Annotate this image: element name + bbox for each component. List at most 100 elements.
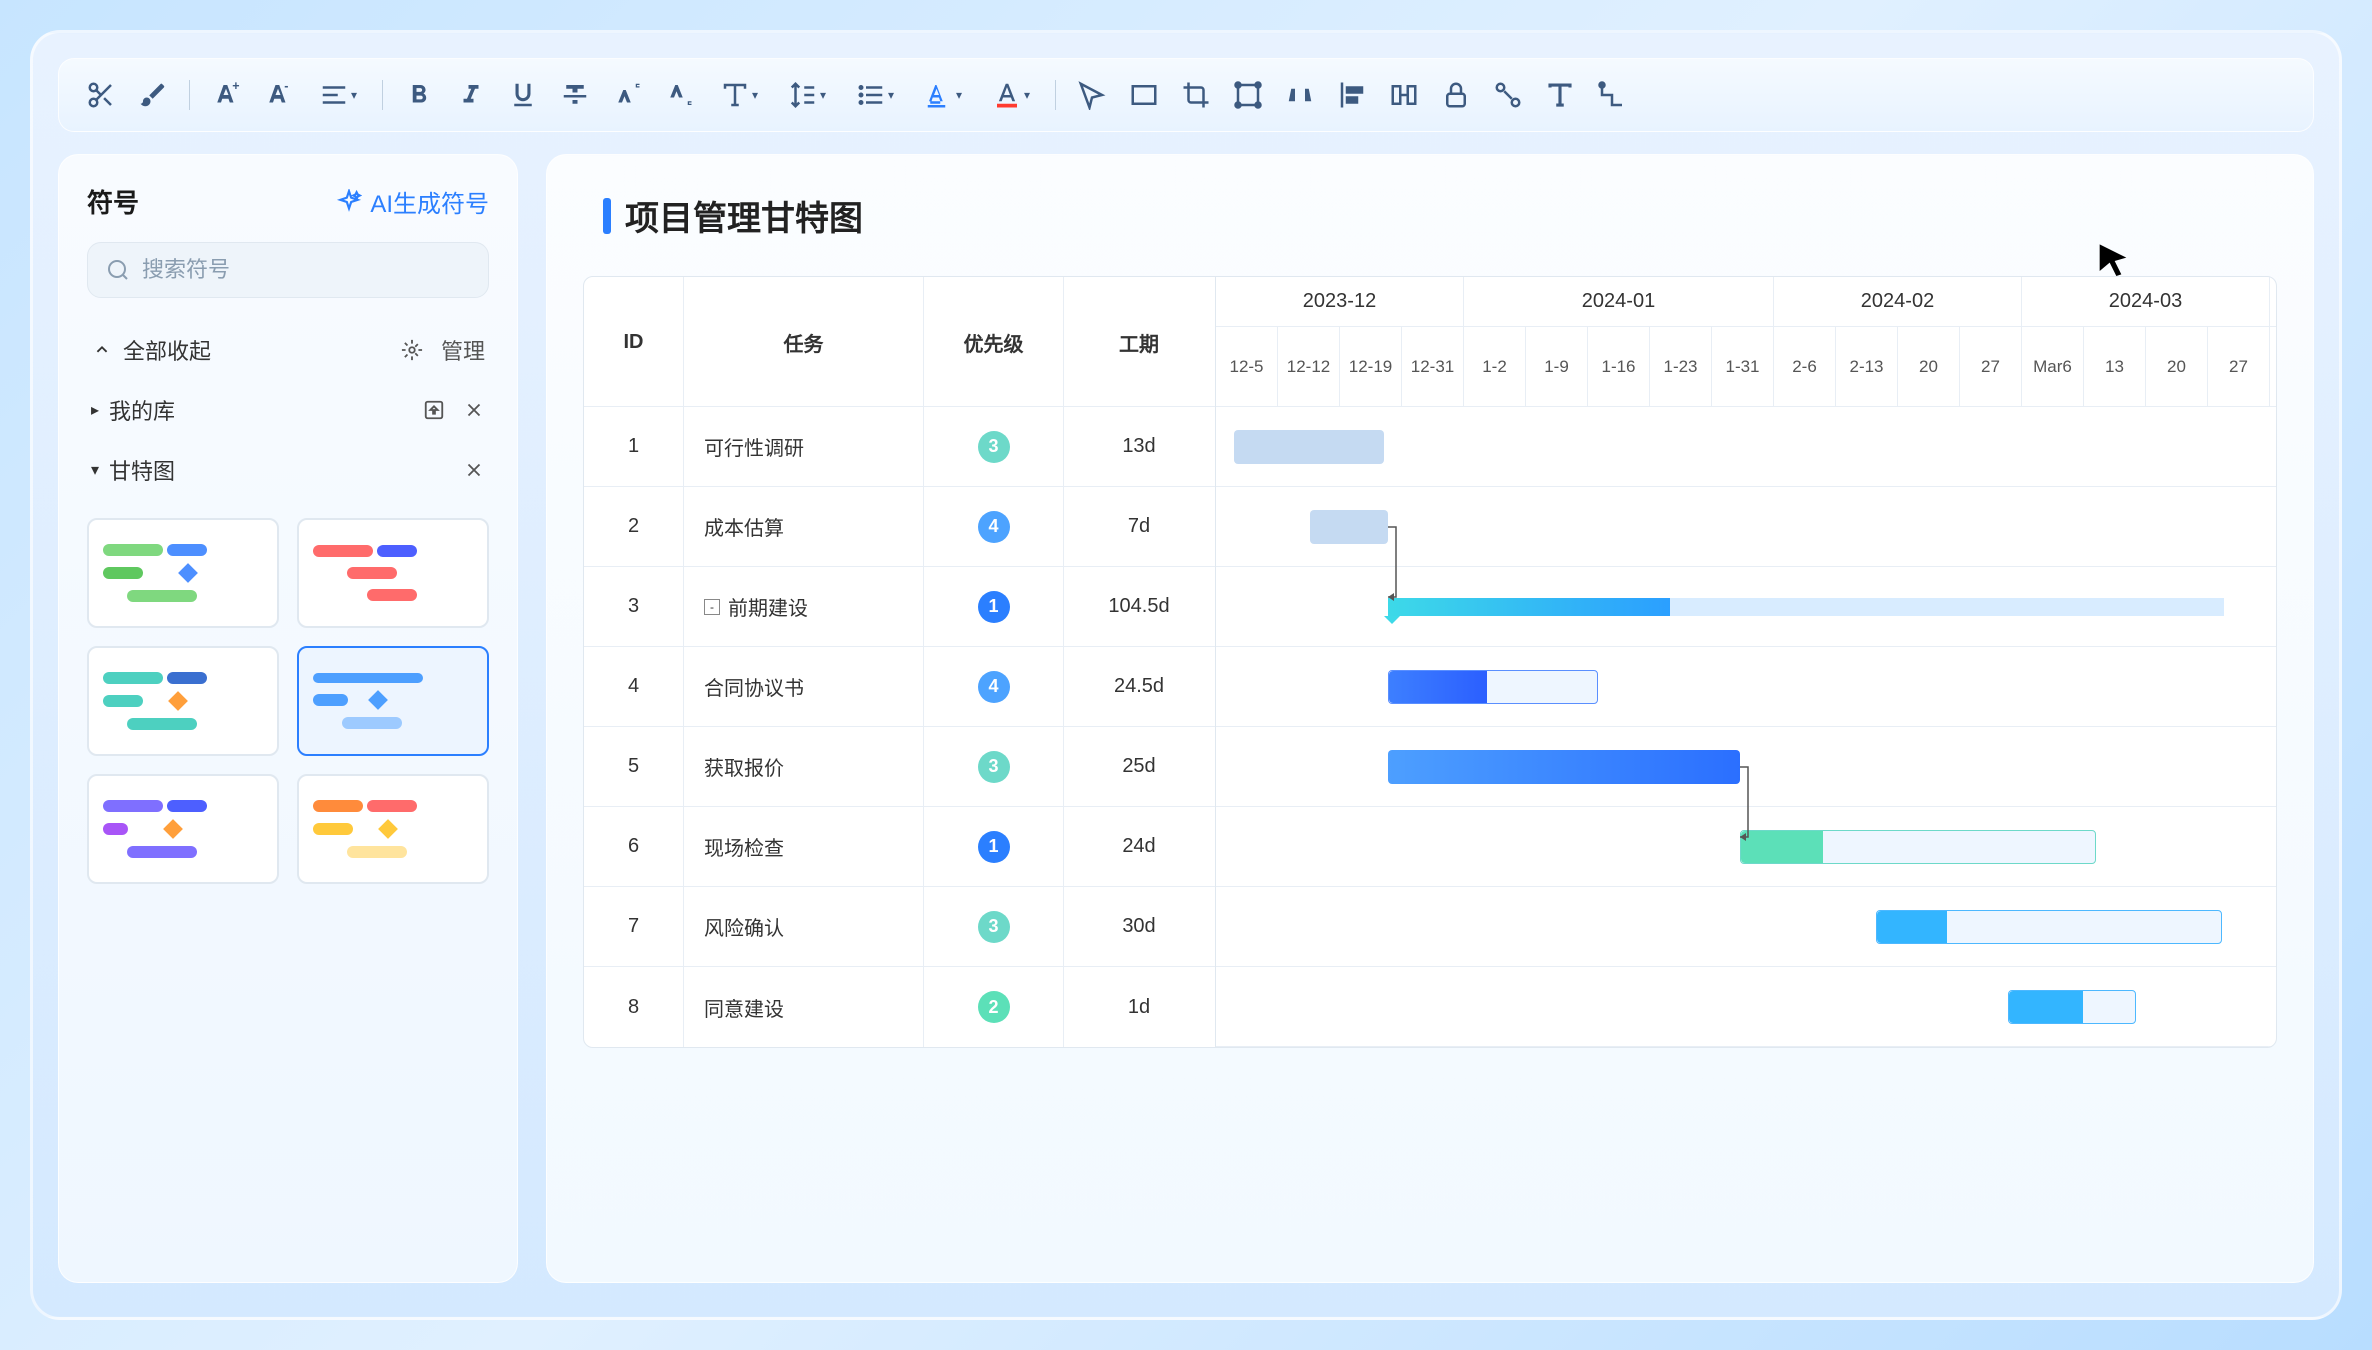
close-icon[interactable]	[463, 459, 485, 481]
flip-h-icon[interactable]	[1278, 73, 1322, 117]
rectangle-icon[interactable]	[1122, 73, 1166, 117]
text-tool-icon[interactable]	[1538, 73, 1582, 117]
cell-task: 可行性调研	[684, 407, 924, 486]
underline-icon[interactable]	[501, 73, 545, 117]
gantt-row[interactable]: 8同意建设21d	[584, 967, 1215, 1047]
gear-icon	[401, 339, 423, 361]
nodes-icon[interactable]	[1486, 73, 1530, 117]
lock-icon[interactable]	[1434, 73, 1478, 117]
text-transform-icon[interactable]: ▾	[709, 73, 769, 117]
month-cell: 2023-12	[1216, 277, 1464, 326]
gantt-row[interactable]: 1可行性调研313d	[584, 407, 1215, 487]
distribute-icon[interactable]	[1382, 73, 1426, 117]
gantt-task-bar[interactable]	[1388, 750, 1740, 784]
cursor-pointer-icon	[2093, 241, 2133, 286]
date-cell: 1-31	[1712, 327, 1774, 406]
cell-priority: 4	[924, 487, 1064, 566]
date-cell: 12-19	[1340, 327, 1402, 406]
gantt-template-4[interactable]	[297, 646, 489, 756]
gantt-row[interactable]: 5获取报价325d	[584, 727, 1215, 807]
cell-id: 1	[584, 407, 684, 486]
gantt-chart[interactable]: ID 任务 优先级 工期 1可行性调研313d2成本估算47d3-前期建设110…	[583, 276, 2277, 1048]
cell-priority: 1	[924, 807, 1064, 886]
gantt-task-bar[interactable]	[1740, 830, 2096, 864]
font-color-icon[interactable]: ▾	[981, 73, 1041, 117]
collapse-all-button[interactable]: 全部收起	[91, 334, 211, 366]
import-icon[interactable]	[423, 399, 445, 421]
align-icon[interactable]: ▾	[308, 73, 368, 117]
gantt-template-1[interactable]	[87, 518, 279, 628]
cell-duration: 25d	[1064, 727, 1214, 806]
gantt-template-3[interactable]	[87, 646, 279, 756]
cell-task: 现场检查	[684, 807, 924, 886]
subscript-icon[interactable]	[657, 73, 701, 117]
gantt-row[interactable]: 7风险确认330d	[584, 887, 1215, 967]
strikethrough-icon[interactable]	[553, 73, 597, 117]
cell-id: 3	[584, 567, 684, 646]
close-icon[interactable]	[463, 399, 485, 421]
date-cell: 1-2	[1464, 327, 1526, 406]
superscript-icon[interactable]	[605, 73, 649, 117]
cell-duration: 7d	[1064, 487, 1214, 566]
cut-icon[interactable]	[79, 73, 123, 117]
brush-icon[interactable]	[131, 73, 175, 117]
gantt-section[interactable]: ▾ 甘特图	[91, 454, 175, 486]
cell-id: 2	[584, 487, 684, 566]
connector-icon[interactable]	[1590, 73, 1634, 117]
list-icon[interactable]: ▾	[845, 73, 905, 117]
date-cell: 12-31	[1402, 327, 1464, 406]
gantt-bar-row	[1216, 407, 2276, 487]
expand-icon[interactable]: -	[704, 599, 720, 615]
gantt-template-2[interactable]	[297, 518, 489, 628]
bold-icon[interactable]	[397, 73, 441, 117]
cell-priority: 3	[924, 727, 1064, 806]
gantt-row[interactable]: 2成本估算47d	[584, 487, 1215, 567]
date-cell: 27	[1960, 327, 2022, 406]
gantt-summary-bar[interactable]	[1388, 598, 2224, 616]
cell-duration: 30d	[1064, 887, 1214, 966]
gantt-task-bar[interactable]	[2008, 990, 2136, 1024]
my-library-section[interactable]: ▸ 我的库	[91, 394, 175, 426]
date-cell: 12-5	[1216, 327, 1278, 406]
gantt-task-bar[interactable]	[1876, 910, 2222, 944]
search-input[interactable]	[87, 242, 489, 298]
sidebar-title: 符号	[87, 183, 139, 220]
gantt-row[interactable]: 6现场检查124d	[584, 807, 1215, 887]
group-icon[interactable]	[1226, 73, 1270, 117]
cell-id: 6	[584, 807, 684, 886]
cell-id: 8	[584, 967, 684, 1047]
gantt-bar-row	[1216, 567, 2276, 647]
cell-duration: 24.5d	[1064, 647, 1214, 726]
cell-task: 风险确认	[684, 887, 924, 966]
col-priority: 优先级	[924, 277, 1064, 407]
crop-icon[interactable]	[1174, 73, 1218, 117]
gantt-task-bar[interactable]	[1310, 510, 1388, 544]
date-cell: 1-16	[1588, 327, 1650, 406]
font-increase-icon[interactable]: +	[204, 73, 248, 117]
gantt-bar-row	[1216, 887, 2276, 967]
gantt-template-5[interactable]	[87, 774, 279, 884]
date-cell: 13	[2084, 327, 2146, 406]
gantt-bar-row	[1216, 967, 2276, 1047]
date-cell: 1-9	[1526, 327, 1588, 406]
italic-icon[interactable]	[449, 73, 493, 117]
pointer-icon[interactable]	[1070, 73, 1114, 117]
line-height-icon[interactable]: ▾	[777, 73, 837, 117]
canvas-title: 项目管理甘特图	[603, 191, 2277, 240]
font-decrease-icon[interactable]: -	[256, 73, 300, 117]
cell-priority: 4	[924, 647, 1064, 726]
date-cell: Mar6	[2022, 327, 2084, 406]
align-v-icon[interactable]	[1330, 73, 1374, 117]
gantt-row[interactable]: 3-前期建设1104.5d	[584, 567, 1215, 647]
ai-generate-button[interactable]: AI生成符号	[336, 184, 489, 219]
gantt-task-bar[interactable]	[1388, 670, 1598, 704]
gantt-task-bar[interactable]	[1234, 430, 1384, 464]
manage-button[interactable]: 管理	[401, 334, 485, 366]
gantt-template-6[interactable]	[297, 774, 489, 884]
gantt-row[interactable]: 4合同协议书424.5d	[584, 647, 1215, 727]
cell-duration: 104.5d	[1064, 567, 1214, 646]
text-highlight-icon[interactable]: ▾	[913, 73, 973, 117]
col-duration: 工期	[1064, 277, 1214, 407]
cell-duration: 13d	[1064, 407, 1214, 486]
dependency-arrow	[1740, 767, 1760, 852]
